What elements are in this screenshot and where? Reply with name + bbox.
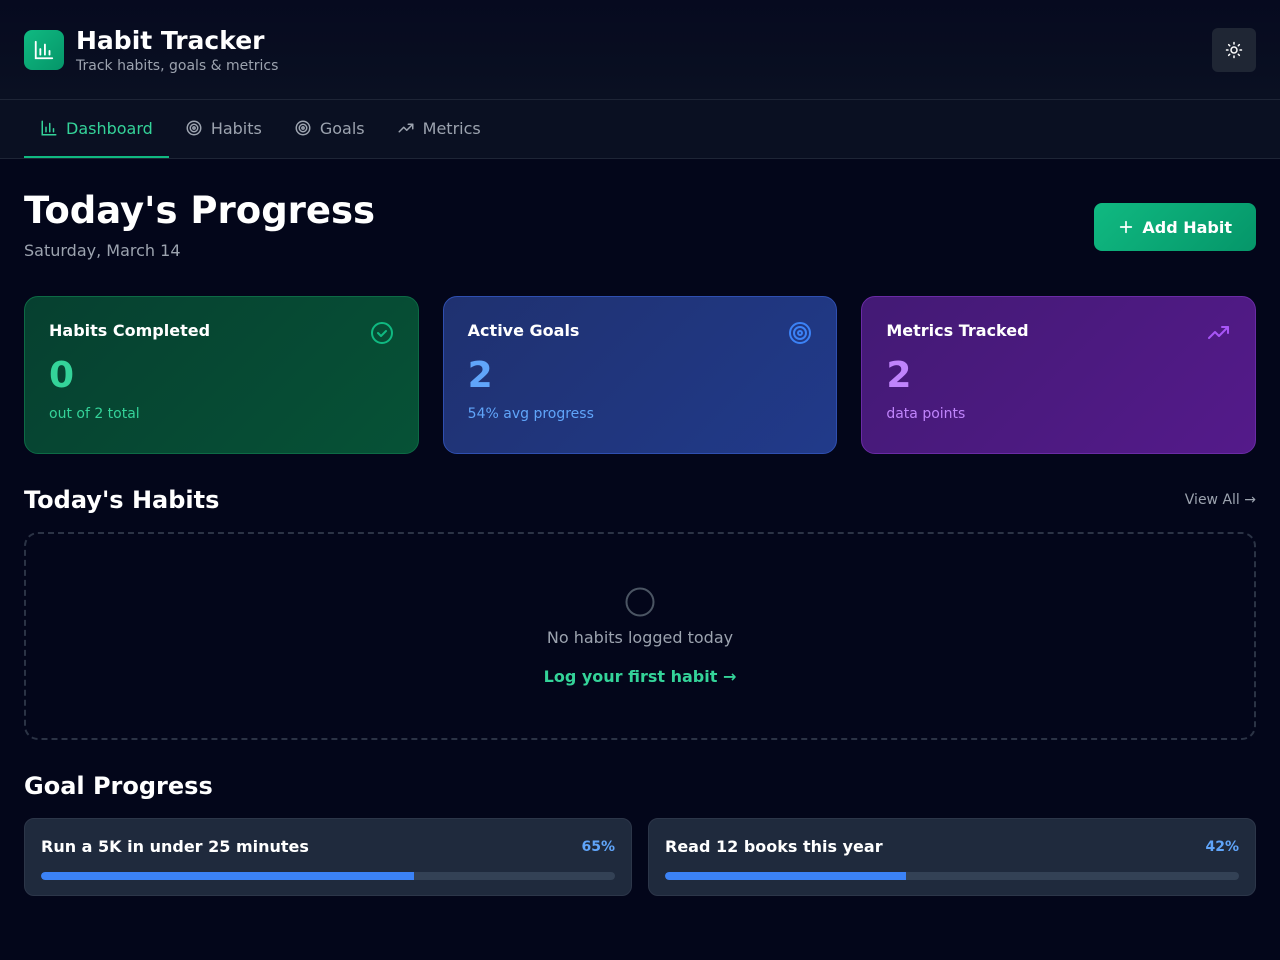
progress-bar-fill [41,872,415,880]
log-first-habit-link[interactable]: Log your first habit → [544,667,737,686]
add-habit-label: Add Habit [1142,217,1232,237]
target-icon [789,322,812,344]
stat-value: 2 [467,355,493,396]
goal-name: Read 12 books this year [665,837,883,856]
stats-row: Habits Completed 0 out of 2 total Active… [24,296,1257,454]
title-row: Today's Progress Saturday, March 14 Add … [24,191,1256,260]
progress-bar [41,872,615,880]
stat-sub: 54% avg progress [467,406,594,422]
progress-bar [665,872,1239,880]
section-title: Today's Habits [24,486,220,514]
stat-label: Metrics Tracked [886,321,1029,340]
app-subtitle: Track habits, goals & metrics [76,57,279,74]
stat-label: Habits Completed [49,321,211,340]
stat-label: Active Goals [467,321,580,340]
section-title: Goal Progress [24,772,213,800]
tab-label: Dashboard [66,118,153,138]
goals-section-header: Goal Progress [24,772,1256,800]
app-title: Habit Tracker [76,25,265,55]
tab-label: Goals [319,118,365,138]
page-title: Today's Progress [24,189,376,232]
stat-card-habits-completed: Habits Completed 0 out of 2 total [24,296,419,454]
tab-habits[interactable]: Habits [169,100,278,158]
habits-section-header: Today's Habits View All → [24,486,1256,514]
app-header: Habit Tracker Track habits, goals & metr… [0,0,1280,100]
empty-text: No habits logged today [546,628,734,647]
stat-value: 0 [49,355,75,396]
tab-metrics[interactable]: Metrics [381,100,497,158]
trending-up-icon [398,123,414,133]
stat-card-active-goals: Active Goals 2 54% avg progress [442,296,838,454]
sun-icon [1225,41,1243,58]
page-date: Saturday, March 14 [24,241,181,260]
empty-circle-icon [625,587,655,617]
stat-sub: data points [886,406,966,422]
bar-chart-icon [24,29,64,70]
tab-label: Habits [210,118,262,138]
bar-chart-icon [41,120,57,136]
view-all-link[interactable]: View All → [1185,492,1256,508]
brand: Habit Tracker Track habits, goals & metr… [24,26,278,74]
goal-percent: 42% [1205,838,1239,855]
goal-card[interactable]: Run a 5K in under 25 minutes 65% [24,818,632,896]
main-nav: Dashboard Habits Goals Metrics [0,100,1280,159]
target-icon [295,120,311,136]
tab-goals[interactable]: Goals [278,100,381,158]
habits-empty-state: No habits logged today Log your first ha… [24,532,1256,740]
main-content: Today's Progress Saturday, March 14 Add … [0,191,1280,896]
tab-dashboard[interactable]: Dashboard [24,100,169,158]
goal-name: Run a 5K in under 25 minutes [41,837,309,856]
goal-percent: 65% [581,838,615,855]
goals-list: Run a 5K in under 25 minutes 65% Read 12… [24,818,1256,896]
check-circle-icon [370,322,393,344]
stat-card-metrics-tracked: Metrics Tracked 2 data points [861,296,1257,454]
progress-bar-fill [665,872,907,880]
trending-up-icon [1208,326,1230,339]
goal-card[interactable]: Read 12 books this year 42% [648,818,1256,896]
stat-value: 2 [886,355,912,396]
tab-label: Metrics [422,118,481,138]
target-icon [186,120,202,136]
stat-sub: out of 2 total [49,406,140,422]
add-habit-button[interactable]: Add Habit [1094,203,1256,251]
plus-icon [1120,220,1133,234]
theme-toggle-button[interactable] [1212,27,1256,72]
